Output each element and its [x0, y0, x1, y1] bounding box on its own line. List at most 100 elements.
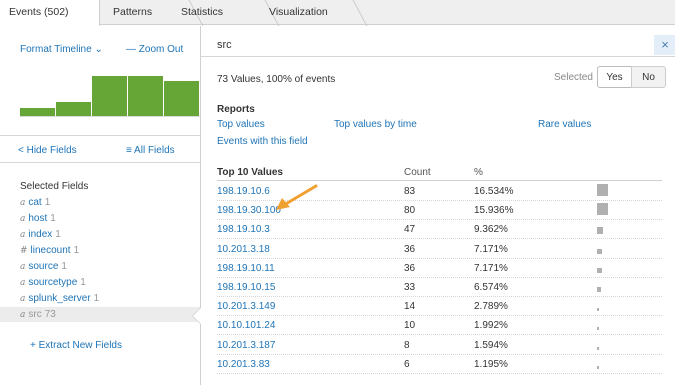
panel-title: src: [217, 39, 232, 51]
rare-values-link[interactable]: Rare values: [538, 119, 591, 130]
percent-cell: 2.789%: [474, 301, 508, 313]
count-cell: 80: [404, 205, 416, 217]
percent-bar: [597, 327, 599, 331]
table-row: 10.201.3.83 6 1.195%: [217, 355, 662, 374]
percent-cell: 1.992%: [474, 320, 508, 332]
field-item-src[interactable]: a src 73: [0, 307, 200, 322]
percent-cell: 7.171%: [474, 243, 508, 255]
value-link[interactable]: 10.10.101.24: [217, 320, 275, 331]
percent-cell: 15.936%: [474, 205, 514, 217]
field-name: linecount: [30, 245, 71, 256]
percent-cell: 7.171%: [474, 262, 508, 274]
string-type-icon: a: [20, 230, 26, 240]
field-count: 73: [44, 309, 56, 320]
table-row: 198.19.10.11 36 7.171%: [217, 259, 662, 278]
field-name: source: [28, 261, 59, 272]
value-link[interactable]: 198.19.10.15: [217, 282, 275, 293]
field-name: sourcetype: [28, 277, 78, 288]
count-cell: 14: [404, 301, 416, 313]
timeline-bar[interactable]: [20, 108, 55, 116]
string-type-icon: a: [20, 310, 26, 320]
percent-bar: [597, 227, 603, 235]
percent-cell: 16.534%: [474, 186, 514, 197]
tab-bar: Events (502) Patterns Statistics Visuali…: [0, 0, 675, 26]
top-values-link[interactable]: Top values: [217, 119, 265, 130]
field-item-index[interactable]: a index 1: [20, 229, 61, 240]
hide-fields-link[interactable]: < Hide Fields: [18, 145, 77, 156]
tab-events[interactable]: Events (502): [0, 0, 100, 26]
field-name: src: [28, 309, 42, 320]
extract-new-fields-link[interactable]: + Extract New Fields: [30, 340, 122, 351]
close-icon[interactable]: ×: [654, 35, 675, 55]
table-row: 10.201.3.18 36 7.171%: [217, 240, 662, 259]
field-count: 1: [80, 277, 86, 288]
field-count: 1: [55, 229, 61, 240]
value-link[interactable]: 198.19.10.11: [217, 263, 275, 274]
divider: [217, 180, 662, 181]
field-count: 1: [93, 293, 100, 304]
table-row: 10.10.101.24 10 1.992%: [217, 316, 662, 336]
table-row: 10.201.3.149 14 2.789%: [217, 297, 662, 317]
selected-label: Selected: [554, 72, 593, 83]
divider: [201, 56, 675, 57]
timeline-bar[interactable]: [164, 81, 199, 116]
selected-yes-button[interactable]: Yes: [597, 66, 632, 88]
field-item-cat[interactable]: a cat 1: [20, 197, 50, 208]
count-cell: 8: [404, 339, 410, 351]
string-type-icon: a: [20, 214, 26, 224]
field-name: cat: [28, 197, 42, 208]
field-name: splunk_server: [28, 293, 91, 304]
count-cell: 36: [404, 243, 416, 255]
value-link[interactable]: 10.201.3.83: [217, 359, 270, 370]
field-count: 1: [61, 261, 67, 272]
string-type-icon: a: [20, 278, 26, 288]
field-name: host: [28, 213, 48, 224]
top-values-by-time-link[interactable]: Top values by time: [334, 119, 417, 130]
timeline-histogram[interactable]: [20, 62, 200, 117]
field-item-host[interactable]: a host 1: [20, 213, 56, 224]
field-item-source[interactable]: a source 1: [20, 261, 67, 272]
divider: [0, 162, 200, 163]
percent-bar: [597, 267, 602, 273]
value-link[interactable]: 10.201.3.187: [217, 340, 275, 351]
timeline-bar[interactable]: [92, 76, 127, 116]
value-link[interactable]: 10.201.3.149: [217, 301, 275, 312]
selected-no-button[interactable]: No: [631, 66, 666, 88]
number-type-icon: #: [20, 246, 28, 256]
count-cell: 33: [404, 282, 416, 293]
field-count: 1: [50, 213, 56, 224]
tab-statistics[interactable]: Statistics: [172, 0, 252, 25]
all-fields-link[interactable]: ≡ All Fields: [126, 145, 175, 156]
field-name: index: [28, 229, 53, 240]
timeline-bar[interactable]: [56, 102, 91, 116]
value-link[interactable]: 198.19.10.3: [217, 224, 270, 235]
table-row: 10.201.3.187 8 1.594%: [217, 336, 662, 355]
field-item-splunk-server[interactable]: a splunk_server 1: [20, 293, 99, 304]
table-row: 198.19.10.15 33 6.574%: [217, 278, 662, 297]
column-header-percent: %: [474, 167, 483, 178]
string-type-icon: a: [20, 198, 26, 208]
field-item-linecount[interactable]: # linecount 1: [20, 245, 79, 256]
value-link[interactable]: 10.201.3.18: [217, 244, 270, 255]
percent-bar: [597, 203, 608, 216]
percent-cell: 9.362%: [474, 224, 508, 236]
tab-patterns[interactable]: Patterns: [104, 0, 174, 25]
format-timeline-menu[interactable]: Format Timeline ⌄: [20, 44, 103, 55]
field-item-sourcetype[interactable]: a sourcetype 1: [20, 277, 86, 288]
reports-heading: Reports: [217, 104, 255, 115]
count-cell: 83: [404, 186, 416, 197]
divider: [0, 135, 200, 136]
selected-fields-heading: Selected Fields: [20, 181, 89, 192]
count-cell: 47: [404, 224, 416, 236]
zoom-out-button[interactable]: — Zoom Out: [126, 44, 183, 55]
tab-divider: [334, 0, 346, 25]
value-link[interactable]: 198.19.10.6: [217, 186, 270, 197]
percent-bar: [597, 346, 599, 350]
percent-cell: 1.195%: [474, 358, 508, 370]
timeline-bar[interactable]: [128, 76, 163, 116]
count-cell: 6: [404, 358, 410, 370]
annotation-arrow-icon: [276, 184, 318, 210]
events-with-field-link[interactable]: Events with this field: [217, 136, 308, 147]
values-summary: 73 Values, 100% of events: [217, 74, 336, 85]
column-header-value: Top 10 Values: [217, 167, 283, 178]
